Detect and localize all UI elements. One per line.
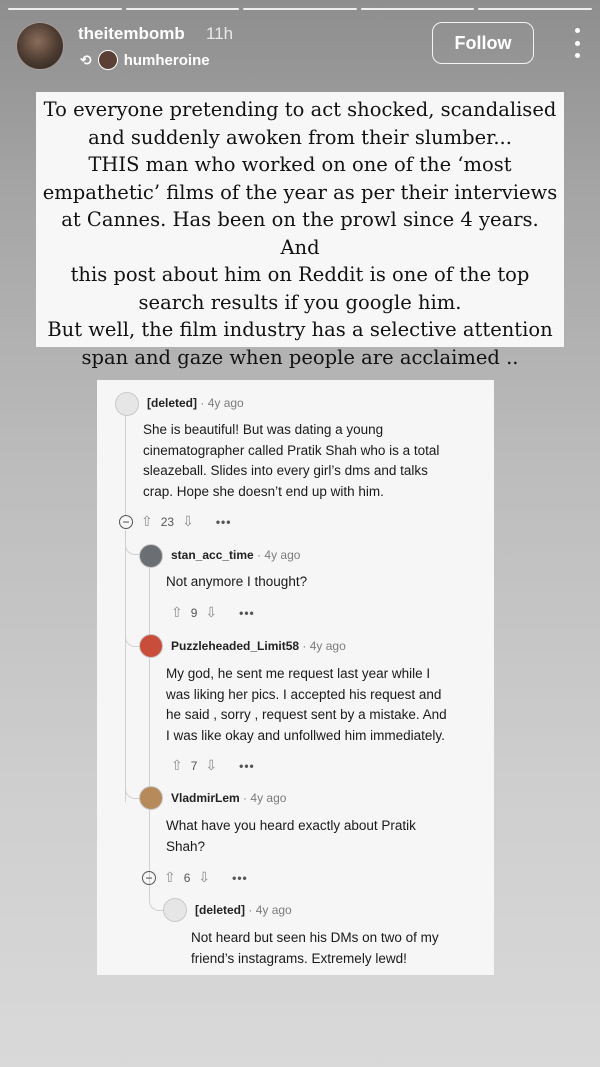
upvote-icon[interactable]: ⇧	[164, 869, 176, 886]
comment-age: 4y ago	[255, 903, 292, 917]
thread-curve	[149, 896, 164, 911]
progress-segment	[8, 8, 122, 10]
comment-age: 4y ago	[250, 791, 287, 805]
repost-username: humheroine	[123, 51, 210, 69]
upvote-icon[interactable]: ⇧	[141, 513, 153, 530]
progress-segment	[360, 8, 475, 10]
repost-avatar	[97, 50, 118, 70]
progress-segment	[125, 8, 240, 10]
caption-line: search results if you google him.	[138, 290, 462, 314]
more-icon[interactable]: •••	[239, 606, 255, 620]
caption-line: empathetic’ films of the year as per the…	[42, 180, 558, 204]
vote-count: 7	[190, 758, 198, 773]
follow-button[interactable]: Follow	[432, 22, 534, 64]
thread-line	[149, 568, 150, 636]
comment-age: 4y ago	[264, 548, 301, 562]
comment-author[interactable]: [deleted]	[195, 903, 245, 917]
collapse-icon[interactable]: −	[142, 870, 156, 885]
comment-age: 4y ago	[207, 396, 244, 410]
vote-count: 9	[190, 605, 198, 620]
vote-count: 6	[183, 870, 191, 885]
collapse-icon[interactable]: −	[119, 514, 133, 529]
repost-icon: ⟲	[80, 51, 92, 68]
comment-author[interactable]: [deleted]	[147, 396, 197, 410]
downvote-icon[interactable]: ⇩	[205, 757, 217, 774]
user-avatar	[139, 634, 163, 658]
downvote-icon[interactable]: ⇩	[205, 604, 217, 621]
downvote-icon[interactable]: ⇩	[182, 513, 194, 530]
thread-line	[125, 406, 126, 516]
comment-meta: stan_acc_time · 4y ago	[171, 548, 301, 562]
caption-line: at Cannes. Has been on the prowl since 4…	[61, 208, 539, 259]
comment-meta: [deleted] · 4y ago	[195, 903, 292, 917]
comment-body: What have you heard exactly about Pratik…	[166, 818, 416, 854]
caption-line: THIS man who worked on one of the ‘most	[88, 153, 512, 176]
story-caption-card: To everyone pretending to act shocked, s…	[36, 92, 564, 369]
caption-line: this post about him on Reddit is one of …	[70, 263, 530, 286]
vote-count: 23	[160, 514, 175, 529]
comment-meta: [deleted] · 4y ago	[147, 396, 244, 410]
comment-author[interactable]: Puzzleheaded_Limit58	[171, 639, 299, 653]
upvote-icon[interactable]: ⇧	[171, 604, 183, 621]
comment-body: Not heard but seen his DMs on two of my …	[191, 930, 439, 966]
comment-body: She is beautiful! But was dating a young…	[143, 422, 440, 499]
comment-body: My god, he sent me request last year whi…	[166, 666, 447, 743]
comment-meta: VladmirLem · 4y ago	[171, 791, 287, 805]
thread-line	[149, 658, 150, 786]
profile-avatar[interactable]	[16, 22, 64, 70]
user-avatar	[139, 544, 163, 568]
thread-curve	[125, 632, 140, 647]
caption-line: and suddenly awoken from their slumber..…	[88, 125, 512, 149]
comment-actions: − ⇧ 23 ⇩ •••	[119, 513, 231, 530]
caption-line: But well, the film industry has a select…	[47, 318, 553, 341]
caption-line: span and gaze when people are acclaimed …	[81, 345, 519, 369]
deleted-user-avatar	[115, 392, 139, 416]
progress-segment	[478, 8, 592, 10]
comment-body: Not anymore I thought?	[166, 574, 308, 589]
comment-age: 4y ago	[309, 639, 346, 653]
comment-actions: ⇧ 7 ⇩ •••	[171, 757, 255, 774]
story-progress-bar	[8, 8, 592, 10]
progress-segment	[243, 8, 357, 10]
comment-actions: − ⇧ 6 ⇩ •••	[142, 869, 248, 886]
more-icon[interactable]: •••	[239, 759, 255, 773]
story-username[interactable]: theitembomb	[78, 24, 185, 44]
story-time: 11h	[206, 24, 234, 43]
thread-curve	[125, 784, 140, 799]
repost-attribution[interactable]: ⟲ humheroine	[80, 50, 210, 70]
user-avatar	[139, 786, 163, 810]
more-icon[interactable]: •••	[216, 515, 232, 529]
comment-meta: Puzzleheaded_Limit58 · 4y ago	[171, 639, 346, 653]
more-icon[interactable]: •••	[232, 871, 248, 885]
downvote-icon[interactable]: ⇩	[198, 869, 210, 886]
reddit-screenshot: [deleted] · 4y ago She is beautiful! But…	[97, 380, 494, 975]
upvote-icon[interactable]: ⇧	[171, 757, 183, 774]
deleted-user-avatar	[163, 898, 187, 922]
comment-author[interactable]: stan_acc_time	[171, 548, 254, 562]
caption-line: To everyone pretending to act shocked, s…	[43, 98, 557, 121]
comment-author[interactable]: VladmirLem	[171, 791, 240, 805]
more-options-icon[interactable]	[572, 28, 582, 58]
thread-curve	[125, 540, 140, 555]
comment-actions: ⇧ 9 ⇩ •••	[171, 604, 255, 621]
story-header: theitembomb 11h ⟲ humheroine Follow	[16, 20, 584, 72]
thread-line	[125, 530, 126, 802]
